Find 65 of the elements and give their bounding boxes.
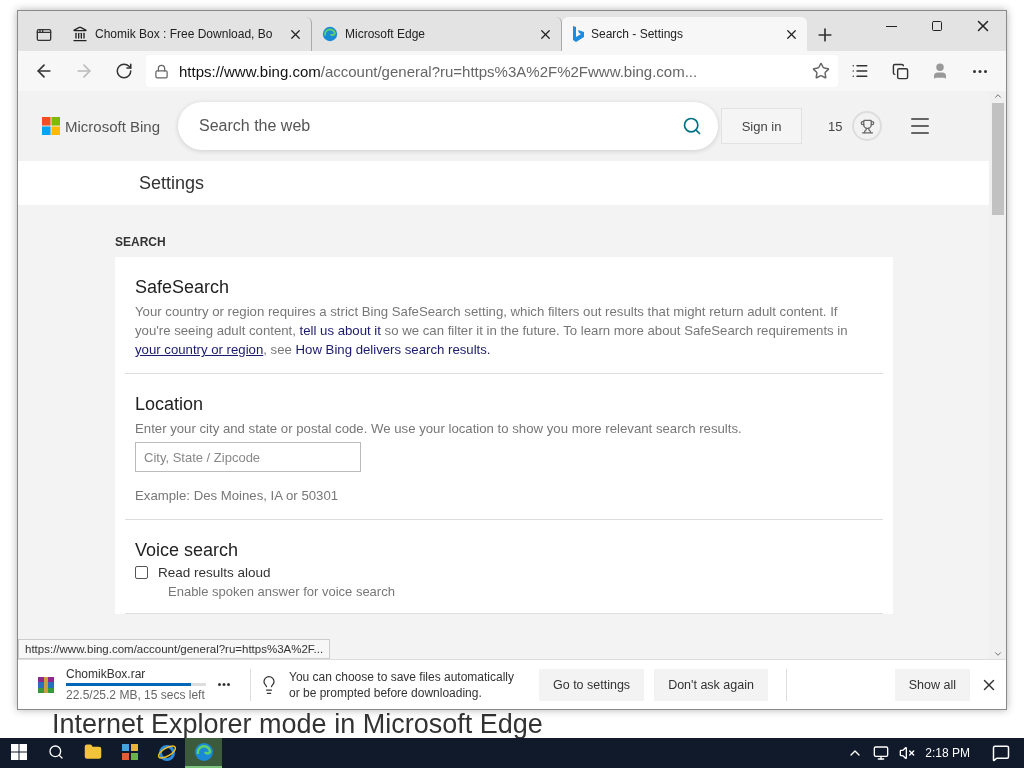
search-icon[interactable] [682, 116, 702, 136]
tab-title: Microsoft Edge [345, 27, 427, 41]
progress-text: 22.5/25.2 MB, 15 secs left [66, 688, 206, 702]
location-input[interactable]: City, State / Zipcode [135, 442, 361, 472]
trophy-icon [859, 118, 875, 134]
notification-icon[interactable] [992, 744, 1010, 762]
scroll-thumb[interactable] [991, 103, 1004, 215]
edge-icon [322, 26, 338, 42]
control-panel-icon [120, 743, 139, 761]
option-hint: Enable spoken answer for voice search [168, 584, 396, 599]
lock-icon [154, 63, 169, 79]
download-button[interactable]: Go to settings [539, 668, 645, 701]
user-icon [931, 62, 949, 80]
maximize-icon [931, 20, 943, 32]
archive-icon [38, 676, 54, 693]
columns-icon [72, 26, 88, 42]
checkbox-label: Read results aloud [158, 565, 271, 580]
link[interactable]: tell us about it [299, 323, 381, 338]
windows-icon [10, 744, 27, 760]
search-icon [47, 744, 64, 760]
list-icon [851, 62, 869, 80]
download-message: You can choose to save files automatically or be prompted before downloading. [289, 668, 516, 701]
ellipsis-icon [973, 69, 987, 73]
example-text: Example: Des Moines, IA or 50301 [135, 487, 340, 505]
bing-logo[interactable]: Microsoft Bing [65, 117, 161, 135]
file-name[interactable]: ChomikBox.rar [66, 667, 206, 681]
download-button[interactable]: Don't ask again [654, 668, 768, 701]
search-field[interactable]: Search the web [178, 102, 718, 150]
tab-title: Chomik Box : Free Download, Bo [95, 27, 274, 41]
volume-muted-icon[interactable] [899, 745, 916, 761]
rewards-button[interactable] [852, 111, 883, 141]
clock[interactable]: 2:18 PM [925, 746, 970, 760]
scroll-up-icon[interactable] [992, 91, 1003, 101]
address-bar[interactable]: https://www.bing.com/account/general?ru=https%3A%2F%2Fwww.bing.com... [146, 55, 838, 87]
tab-title: Search - Settings [591, 27, 685, 41]
section-title: Location [135, 394, 205, 415]
browser-tab[interactable]: Chomik Box : Free Download, Bo [62, 17, 312, 51]
points-count: 15 [828, 118, 843, 134]
bing-icon [572, 26, 584, 42]
folder-icon [83, 743, 102, 761]
star-icon[interactable] [812, 62, 830, 80]
scroll-down-icon[interactable] [992, 649, 1003, 659]
ellipsis-icon [218, 683, 230, 686]
section-title: SafeSearch [135, 277, 231, 298]
settings-title: Settings [18, 161, 989, 205]
internet-explorer-icon [156, 742, 177, 762]
network-icon[interactable] [873, 745, 890, 761]
section-title: Voice search [135, 540, 240, 561]
background-heading: Internet Explorer mode in Microsoft Edge [51, 710, 544, 738]
section-label: SEARCH [115, 235, 167, 249]
section-description: Enter your city and state or postal code. We use your location to show you more relevant search results. [135, 420, 743, 438]
checkbox[interactable] [135, 566, 148, 579]
browser-tab[interactable]: Search - Settings [562, 17, 807, 51]
status-url: https://www.bing.com/account/general?ru=https%3A%2F... [18, 639, 331, 659]
show-all-button[interactable]: Show all [894, 668, 970, 701]
copy-icon [891, 62, 909, 80]
window-icon [36, 27, 52, 43]
link[interactable]: How Bing delivers search results. [295, 342, 491, 357]
url-text: https://www.bing.com/account/general?ru=https%3A%2F%2Fwww.bing.com... [179, 62, 698, 80]
sign-in-button[interactable]: Sign in [721, 108, 802, 144]
section-description: Your country or region requires a strict Bing SafeSearch setting, which filters out results that might return adult content. If you're seeing adult content, tell us about it so we can filter it in the future. To learn more about SafeSearch requirements in your country or region, see How Bing delivers search results. [135, 303, 849, 359]
edge-icon [193, 742, 214, 762]
minimize-icon [885, 25, 897, 27]
refresh-icon [115, 62, 133, 80]
logo-icon [42, 117, 60, 135]
